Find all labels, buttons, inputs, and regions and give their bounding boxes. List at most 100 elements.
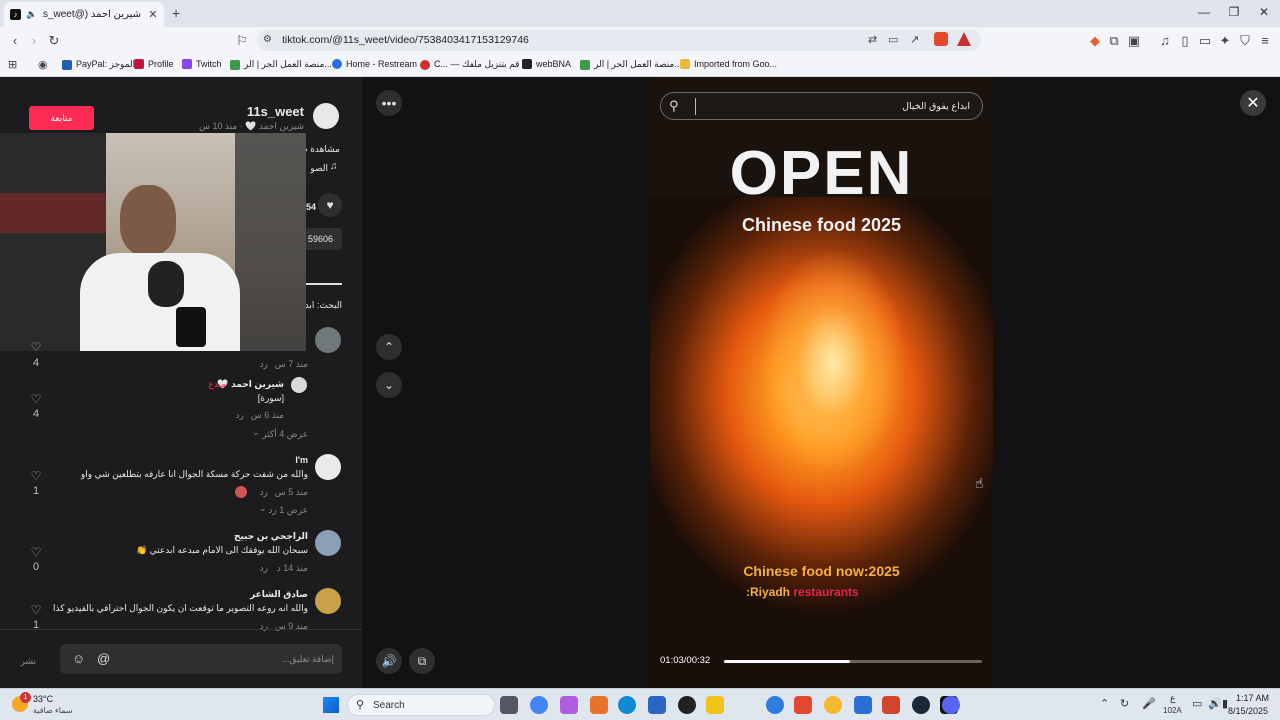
browser-tab[interactable]: ♪ 🔈 شيرين احمد (@11s_weet) | ✕ — [4, 2, 164, 27]
avatar[interactable] — [315, 327, 341, 353]
avatar[interactable] — [291, 377, 307, 393]
obs-icon[interactable] — [882, 696, 900, 714]
tray-chevron-icon[interactable]: ⌃ — [1100, 697, 1109, 710]
reload-icon[interactable]: ↻ — [45, 32, 63, 49]
music-icon[interactable]: ♫ — [1156, 32, 1174, 49]
pip-icon[interactable]: ⧉ — [409, 648, 435, 674]
clock-time[interactable]: 1:17 AM — [1236, 693, 1269, 703]
more-options-icon[interactable]: ••• — [376, 90, 402, 116]
search-fragment[interactable]: البحث: ابد — [305, 300, 342, 311]
taskview-icon[interactable] — [500, 696, 518, 714]
comment-author[interactable]: صادق الشاعر — [250, 589, 308, 600]
forward-icon[interactable]: › — [25, 32, 43, 49]
discord-game-icon[interactable] — [824, 696, 842, 714]
music-fragment[interactable]: الصو — [310, 163, 328, 174]
speaker-icon[interactable]: 🔈 — [26, 9, 37, 20]
like-icon[interactable]: ♡ — [29, 340, 43, 354]
edge-icon[interactable] — [618, 696, 636, 714]
bookmark-freelance-2[interactable]: منصة العمل الحر | الر... — [580, 59, 682, 70]
wallet-icon[interactable]: ▭ — [1196, 32, 1214, 49]
avatar[interactable] — [313, 103, 339, 129]
apps-icon[interactable]: ⊞ — [8, 58, 17, 71]
discord-icon[interactable] — [942, 696, 960, 714]
close-window-icon[interactable]: ✕ — [1254, 5, 1274, 19]
copilot-icon[interactable] — [560, 696, 578, 714]
view-more-replies[interactable]: عرض 4 أكثر — [262, 429, 308, 440]
comment-author[interactable]: شيرين احمد 🤍 — [217, 379, 284, 390]
extensions-icon[interactable]: ◆ — [1086, 32, 1104, 49]
site-info-icon[interactable]: ⚙ — [263, 34, 272, 45]
screenshot-icon[interactable]: ▣ — [1125, 32, 1143, 49]
store-icon[interactable] — [648, 696, 666, 714]
menu-icon[interactable]: ≡ — [1256, 32, 1274, 49]
mic-icon[interactable]: 🎤 — [1142, 697, 1156, 710]
brave-shield-icon[interactable] — [934, 32, 948, 46]
avatar[interactable] — [315, 588, 341, 614]
sync-icon[interactable]: ↻ — [1120, 697, 1129, 710]
language-indicator[interactable]: ع — [1170, 693, 1175, 704]
explorer-icon[interactable] — [854, 696, 872, 714]
avatar[interactable] — [315, 454, 341, 480]
bookmark-restream[interactable]: Home - Restream — [332, 59, 417, 69]
reply-link[interactable]: رد — [260, 487, 268, 498]
like-icon[interactable]: ♡ — [29, 545, 43, 559]
steam-icon[interactable] — [912, 696, 930, 714]
minimize-icon[interactable]: — — [1194, 5, 1214, 19]
bookmark-download[interactable]: C... — قم بتنزيل ملفك — [420, 59, 519, 70]
comment-author[interactable]: الراجحي بن حبيح — [234, 531, 308, 542]
clock-date[interactable]: 8/15/2025 — [1228, 706, 1268, 716]
volume-icon[interactable]: 🔊 — [376, 648, 402, 674]
next-video-button[interactable]: ⌄ — [376, 372, 402, 398]
mention-icon[interactable]: @ — [97, 651, 110, 666]
translate-icon[interactable]: ⇄ — [868, 33, 877, 46]
close-tab-icon[interactable]: ✕ — [146, 8, 160, 21]
bookmark-paypal[interactable]: PayPal: الموجز — [62, 59, 135, 70]
brave-icon[interactable] — [794, 696, 812, 714]
like-video-button[interactable]: ♥ — [318, 193, 342, 217]
maximize-icon[interactable]: ❐ — [1224, 5, 1244, 19]
like-icon[interactable]: ♡ — [29, 469, 43, 483]
windows-start-icon[interactable] — [323, 697, 339, 713]
video-search-box[interactable]: ⚲ ابداع يفوق الخيال — [660, 92, 983, 120]
taskbar-search[interactable]: ⚲ Search — [347, 694, 495, 716]
reply-link[interactable]: رد — [260, 359, 268, 370]
folder-icon[interactable] — [706, 696, 724, 714]
bookmark-icon[interactable]: ⚐ — [233, 32, 251, 49]
network-icon[interactable]: ▭ — [1192, 697, 1202, 710]
progress-bar[interactable] — [724, 660, 982, 663]
app-icon[interactable] — [590, 696, 608, 714]
bookmark-profile[interactable]: Profile — [134, 59, 174, 69]
share-icon[interactable]: ↗ — [910, 33, 919, 46]
bookmark-twitch[interactable]: Twitch — [182, 59, 222, 69]
follow-button[interactable]: متابعة — [29, 106, 94, 130]
comment-author[interactable]: I'm — [295, 455, 308, 465]
bookmark-freelance[interactable]: منصة العمل الحر | الر... — [230, 59, 332, 70]
previous-video-button[interactable]: ⌃ — [376, 334, 402, 360]
reply-link[interactable]: رد — [260, 563, 268, 574]
back-icon[interactable]: ‹ — [6, 32, 24, 49]
bookmark-webbna[interactable]: webBNA — [522, 59, 571, 69]
volume-icon[interactable]: 🔊 — [1208, 697, 1222, 710]
shield-icon[interactable]: ⛉ — [1236, 32, 1254, 49]
messenger-icon[interactable] — [766, 696, 784, 714]
puzzle-icon[interactable]: ⧉ — [1105, 32, 1123, 49]
username[interactable]: 11s_weet — [247, 104, 304, 119]
close-viewer-button[interactable]: ✕ — [1240, 90, 1266, 116]
reply-link[interactable]: رد — [260, 621, 268, 632]
video-player[interactable]: OPEN Chinese food 2025 ⚲ ابداع يفوق الخي… — [650, 77, 993, 688]
post-button[interactable]: نشر — [21, 656, 37, 667]
ai-icon[interactable]: ✦ — [1216, 32, 1234, 49]
sidebar-icon[interactable]: ▯ — [1176, 32, 1194, 49]
avatar[interactable] — [315, 530, 341, 556]
like-icon[interactable]: ♡ — [29, 392, 43, 406]
cast-icon[interactable]: ▭ — [888, 33, 898, 46]
new-tab-icon[interactable]: + — [172, 5, 180, 21]
emoji-icon[interactable]: ☺ — [72, 651, 85, 666]
bookmark-folder[interactable]: Imported from Goo... — [680, 59, 777, 69]
globe-icon[interactable]: ◉ — [38, 58, 48, 71]
view-more-replies[interactable]: عرض 1 رد — [268, 505, 308, 516]
like-icon[interactable]: ♡ — [29, 603, 43, 617]
chrome-icon[interactable] — [530, 696, 548, 714]
github-icon[interactable] — [678, 696, 696, 714]
comment-input[interactable]: إضافة تعليق... ☺ @ — [60, 644, 342, 674]
